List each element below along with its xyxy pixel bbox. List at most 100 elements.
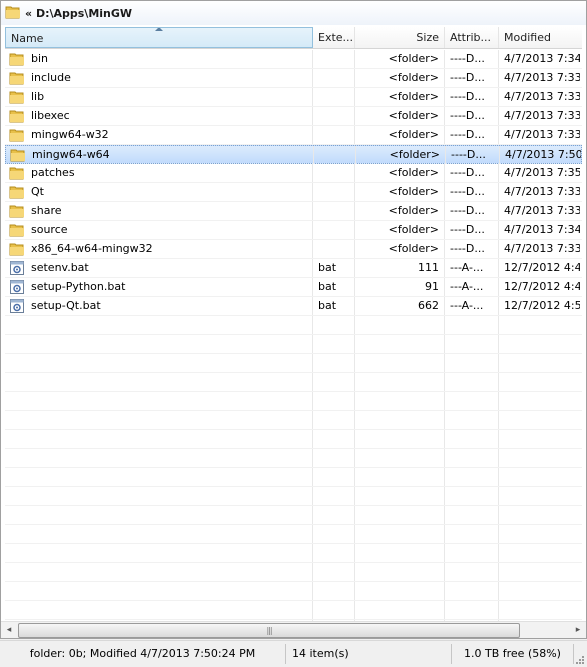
file-name: include <box>31 71 71 84</box>
cell-size: <folder> <box>355 50 445 68</box>
empty-cell <box>5 335 313 353</box>
status-selection: folder: 0b; Modified 4/7/2013 7:50:24 PM <box>0 644 286 664</box>
file-row[interactable]: setenv.bat bat111---A-... 12/7/2012 4:47 <box>5 259 582 278</box>
cell-attributes: ----D... <box>445 202 499 220</box>
empty-cell <box>313 316 355 334</box>
cell-name: bin <box>5 50 313 68</box>
file-row[interactable]: patches <folder>----D... 4/7/2013 7:35:1 <box>5 164 582 183</box>
file-name: patches <box>31 166 75 179</box>
empty-cell <box>355 430 445 448</box>
file-name: source <box>31 223 68 236</box>
batch-file-icon <box>9 260 25 276</box>
resize-grip-icon[interactable] <box>575 655 585 665</box>
cell-attributes: ----D... <box>445 107 499 125</box>
cell-modified: 4/7/2013 7:50:2 <box>505 148 581 161</box>
empty-row <box>5 316 582 335</box>
cell-extension <box>313 240 355 258</box>
empty-cell <box>5 601 313 619</box>
file-row[interactable]: mingw64-w32 <folder>----D... 4/7/2013 7:33… <box>5 126 582 145</box>
empty-cell <box>445 601 499 619</box>
file-row[interactable]: include <folder>----D... 4/7/2013 7:33:3 <box>5 69 582 88</box>
empty-cell <box>499 354 580 372</box>
file-row[interactable]: setup-Python.bat bat 91 ---A-... 12/7/2012 4… <box>5 278 582 297</box>
cell-size: 662 <box>355 297 445 315</box>
empty-cell <box>5 506 313 524</box>
empty-cell <box>355 506 445 524</box>
file-row[interactable]: lib <folder>----D... 4/7/2013 7:33:5 <box>5 88 582 107</box>
file-row[interactable]: setup-Qt.bat bat662---A-... 12/7/2012 4:51 <box>5 297 582 316</box>
empty-cell <box>5 392 313 410</box>
empty-cell <box>445 316 499 334</box>
column-header-modified[interactable]: Modified <box>499 27 580 48</box>
empty-cell <box>445 506 499 524</box>
horizontal-scrollbar[interactable]: ◂ ||| ▸ <box>1 621 586 638</box>
cell-extension <box>313 50 355 68</box>
empty-cell <box>313 449 355 467</box>
cell-modified: 12/7/2012 4:46 <box>504 280 580 293</box>
scroll-right-icon[interactable]: ▸ <box>570 622 586 638</box>
empty-cell <box>499 411 580 429</box>
empty-row <box>5 354 582 373</box>
file-row[interactable]: libexec <folder>----D... 4/7/2013 7:33:3 <box>5 107 582 126</box>
file-name: mingw64-w64 <box>32 148 110 161</box>
file-row[interactable]: bin <folder>----D... 4/7/2013 7:34:1 <box>5 50 582 69</box>
file-list[interactable]: Name Exte... Size Attrib... Modified bin… <box>0 25 587 639</box>
cell-modified: 4/7/2013 7:33:5 <box>504 90 580 103</box>
cell-size: <folder> <box>355 107 445 125</box>
cell-extension <box>313 69 355 87</box>
empty-cell <box>5 544 313 562</box>
cell-attributes: ----D... <box>445 164 499 182</box>
empty-cell <box>499 563 580 581</box>
cell-name: lib <box>5 88 313 106</box>
empty-row <box>5 430 582 449</box>
column-header-name[interactable]: Name <box>5 27 313 48</box>
cell-attributes: ----D... <box>445 126 499 144</box>
column-header-size[interactable]: Size <box>355 27 445 48</box>
cell-size: <folder> <box>355 240 445 258</box>
empty-row <box>5 582 582 601</box>
empty-cell <box>313 563 355 581</box>
cell-attributes: ----D... <box>445 240 499 258</box>
cell-name: source <box>5 221 313 239</box>
column-header-attributes[interactable]: Attrib... <box>445 27 499 48</box>
folder-icon <box>9 89 25 105</box>
empty-cell <box>313 582 355 600</box>
column-header-extension[interactable]: Exte... <box>313 27 355 48</box>
cell-size: 111 <box>355 259 445 277</box>
cell-extension <box>313 202 355 220</box>
cell-name: setenv.bat <box>5 259 313 277</box>
folder-icon <box>9 127 25 143</box>
status-free-space: 1.0 TB free (58%) <box>452 644 574 664</box>
empty-cell <box>5 582 313 600</box>
folder-icon <box>9 70 25 86</box>
cell-modified: 4/7/2013 7:35:1 <box>504 166 580 179</box>
file-row[interactable]: share <folder>----D... 4/7/2013 7:33:3 <box>5 202 582 221</box>
empty-cell <box>355 392 445 410</box>
file-row[interactable]: x86_64-w64-mingw32 <folder> ----D... 4/7/20… <box>5 240 582 259</box>
path-bar[interactable]: « D:\Apps\MinGW <box>0 0 587 26</box>
file-name: Qt <box>31 185 44 198</box>
cell-modified: 4/7/2013 7:34:0 <box>504 223 580 236</box>
empty-cell <box>445 354 499 372</box>
file-row[interactable]: mingw64-w64 <folder>----D... 4/7/2013 7:50… <box>5 145 582 164</box>
cell-extension <box>313 88 355 106</box>
file-row[interactable]: Qt <folder>----D... 4/7/2013 7:33:5 <box>5 183 582 202</box>
empty-cell <box>355 449 445 467</box>
empty-row <box>5 601 582 620</box>
scrollbar-thumb[interactable]: ||| <box>18 623 520 638</box>
cell-size: <folder> <box>355 183 445 201</box>
empty-cell <box>355 525 445 543</box>
empty-cell <box>313 487 355 505</box>
cell-modified: 4/7/2013 7:33:5 <box>504 185 580 198</box>
scroll-left-icon[interactable]: ◂ <box>1 622 17 638</box>
empty-cell <box>5 487 313 505</box>
cell-extension <box>313 126 355 144</box>
empty-cell <box>355 373 445 391</box>
empty-cell <box>499 392 580 410</box>
cell-attributes: ----D... <box>445 50 499 68</box>
cell-modified: 4/7/2013 7:33:3 <box>504 71 580 84</box>
file-name: bin <box>31 52 49 65</box>
empty-row <box>5 335 582 354</box>
file-row[interactable]: source <folder>----D... 4/7/2013 7:34:0 <box>5 221 582 240</box>
cell-extension: bat <box>313 278 355 296</box>
